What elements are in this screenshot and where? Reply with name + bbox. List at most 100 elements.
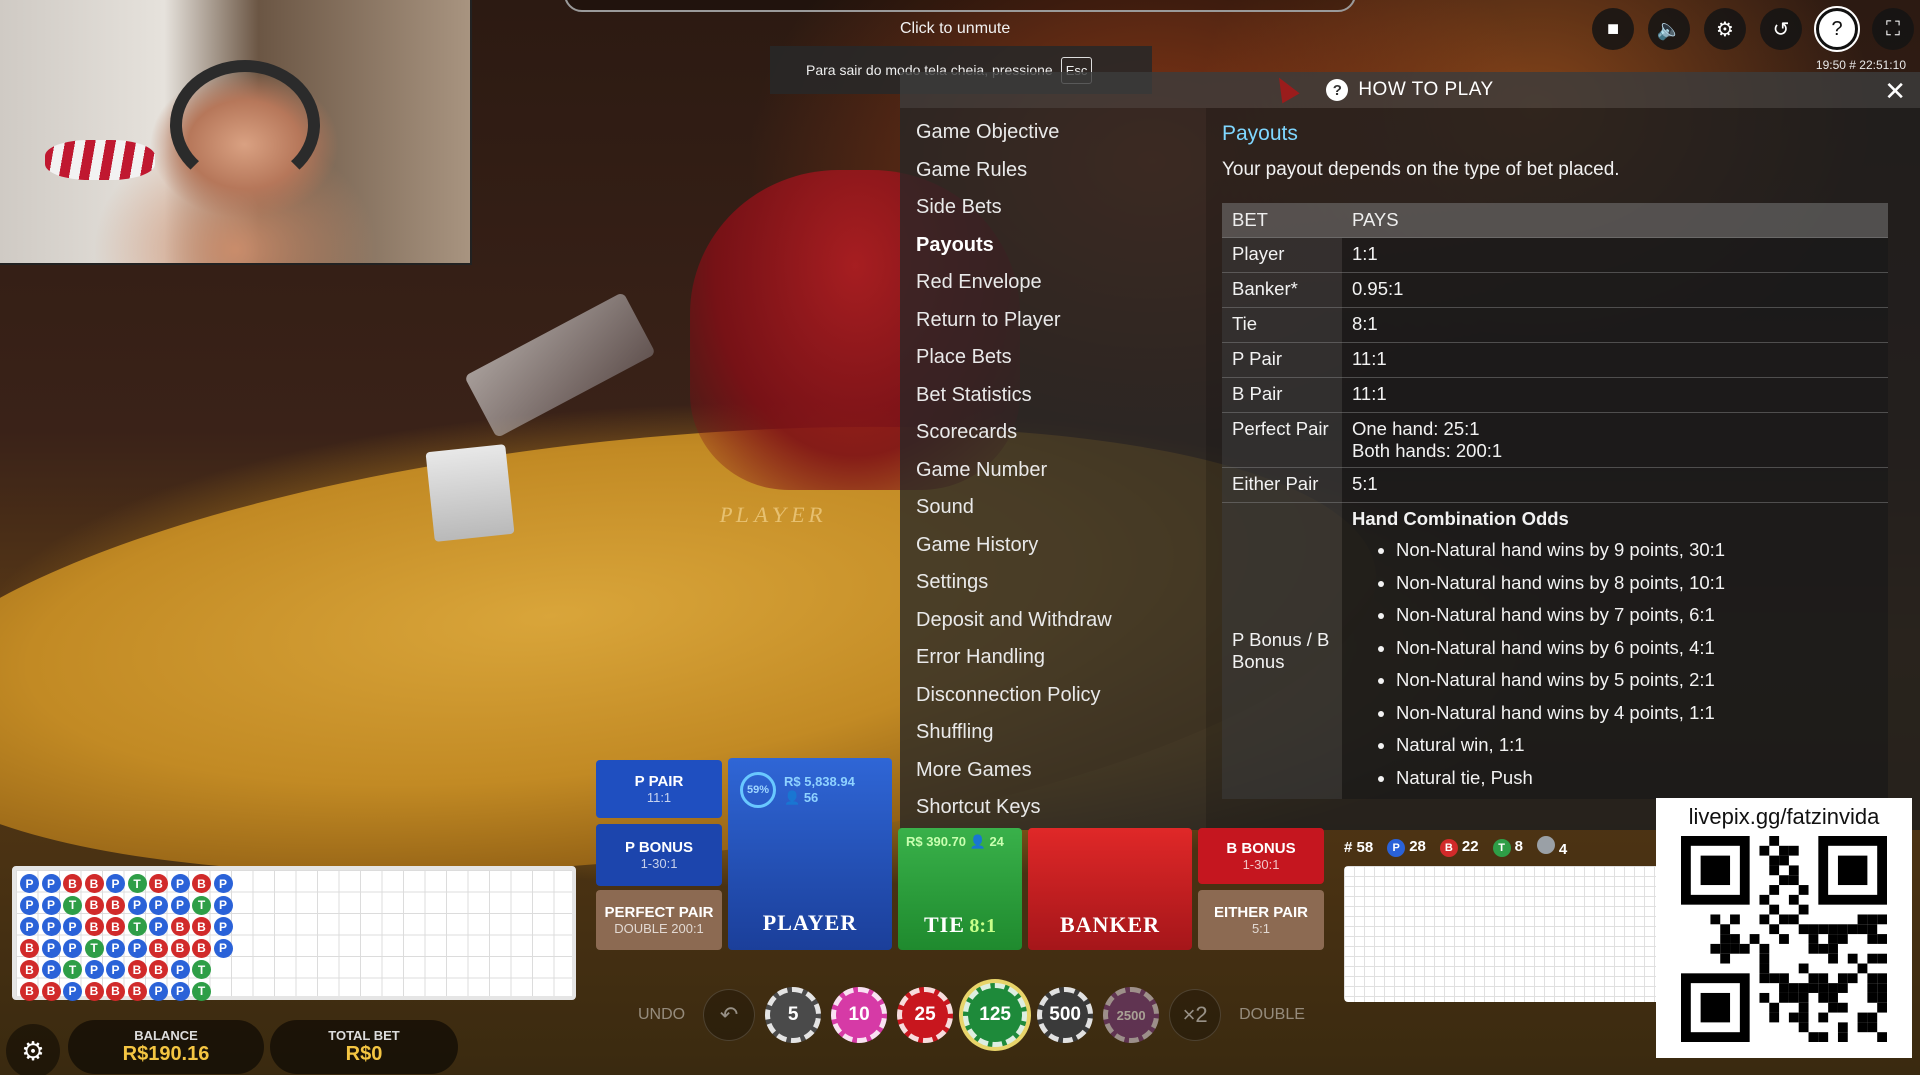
- gear-icon[interactable]: ⚙: [1704, 8, 1746, 50]
- chip-125[interactable]: 125: [963, 983, 1028, 1047]
- menu-item-disconnection-policy[interactable]: Disconnection Policy: [900, 677, 1206, 715]
- double-button[interactable]: DOUBLE: [1231, 1006, 1313, 1024]
- combo-odds-list: Non-Natural hand wins by 9 points, 30:1N…: [1352, 534, 1878, 794]
- menu-item-bet-statistics[interactable]: Bet Statistics: [900, 377, 1206, 415]
- menu-item-game-history[interactable]: Game History: [900, 527, 1206, 565]
- chip-settings-icon[interactable]: ⚙: [6, 1024, 60, 1075]
- menu-item-more-games[interactable]: More Games: [900, 752, 1206, 790]
- chip-2500[interactable]: 2500: [1103, 987, 1160, 1043]
- either-pair-bet[interactable]: EITHER PAIR 5:1: [1198, 890, 1324, 950]
- bet-name: PERFECT PAIR: [604, 904, 714, 921]
- qr-url: livepix.gg/fatzinvida: [1688, 804, 1880, 829]
- bead-cell: P: [20, 895, 39, 915]
- menu-item-deposit-and-withdraw[interactable]: Deposit and Withdraw: [900, 602, 1206, 640]
- how-to-play-header: ? HOW TO PLAY ✕: [900, 72, 1920, 108]
- bead-cell: T: [192, 981, 211, 1001]
- bead-cell: T: [63, 895, 82, 915]
- how-to-play-title: HOW TO PLAY: [1358, 79, 1494, 100]
- menu-item-game-objective[interactable]: Game Objective: [900, 114, 1206, 152]
- bet-name: PLAYER: [762, 910, 858, 935]
- bead-cell: T: [192, 960, 211, 979]
- p-bonus-bet[interactable]: P BONUS 1-30:1: [596, 824, 722, 886]
- menu-item-return-to-player[interactable]: Return to Player: [900, 302, 1206, 340]
- road-count: T8: [1492, 837, 1523, 857]
- help-icon[interactable]: ?: [1814, 6, 1860, 52]
- total-bet: TOTAL BET R$0: [270, 1020, 458, 1074]
- menu-item-game-number[interactable]: Game Number: [900, 452, 1206, 490]
- bet-odds: 1-30:1: [640, 856, 678, 871]
- road-count-badge: P: [1387, 838, 1406, 857]
- fullscreen-icon[interactable]: ⛶: [1872, 8, 1914, 50]
- menu-item-settings[interactable]: Settings: [900, 564, 1206, 602]
- bead-cell: P: [170, 981, 190, 1001]
- top-status-pill: [564, 0, 1356, 12]
- payout-bet: Banker*: [1222, 272, 1342, 308]
- menu-item-game-rules[interactable]: Game Rules: [900, 152, 1206, 190]
- payout-bet: P Pair: [1222, 342, 1342, 378]
- banker-bet[interactable]: BANKER: [1028, 828, 1192, 950]
- history-icon[interactable]: ↺: [1760, 8, 1802, 50]
- chip-5[interactable]: 5: [765, 987, 822, 1043]
- bead-cell: P: [41, 960, 61, 979]
- bead-cell: P: [106, 874, 125, 893]
- payout-value-secondary: Both hands: 200:1: [1352, 440, 1503, 461]
- balance-label: BALANCE: [134, 1028, 198, 1043]
- road-count: P 28: [1387, 838, 1426, 857]
- bead-cell: P: [149, 895, 168, 915]
- bead-cell: P: [63, 981, 82, 1001]
- column-header-pays: PAYS: [1342, 203, 1888, 238]
- chip-10[interactable]: 10: [831, 987, 888, 1043]
- bet-odds: 1-30:1: [1242, 857, 1280, 872]
- bead-cell: B: [149, 960, 168, 979]
- unmute-prompt[interactable]: Click to unmute: [900, 20, 1010, 38]
- b-bonus-bet[interactable]: B BONUS 1-30:1: [1198, 828, 1324, 884]
- menu-item-shortcut-keys[interactable]: Shortcut Keys: [900, 789, 1206, 827]
- road-count: 4: [1536, 836, 1567, 858]
- chip-list: 5 10 25 125 500 2500: [765, 983, 1160, 1047]
- menu-item-shuffling[interactable]: Shuffling: [900, 714, 1206, 752]
- payout-bet: Either Pair: [1222, 467, 1342, 503]
- close-icon[interactable]: ✕: [1884, 76, 1906, 107]
- tie-bet[interactable]: R$ 390.70 👤 24 TIE 8:1: [898, 828, 1022, 950]
- undo-button[interactable]: UNDO: [630, 1006, 693, 1024]
- menu-item-red-envelope[interactable]: Red Envelope: [900, 264, 1206, 302]
- bead-cell: B: [20, 938, 39, 958]
- menu-item-place-bets[interactable]: Place Bets: [900, 339, 1206, 377]
- how-to-play-menu: Game Objective Game Rules Side Bets Payouts…: [900, 108, 1206, 830]
- bead-cell: P: [41, 874, 61, 893]
- bead-cell: B: [84, 874, 104, 893]
- bead-road[interactable]: PPBBPTBPBPPPTBBPPPTPPPPBBTPBBPBPPTPPBBBP…: [12, 866, 576, 1001]
- p-pair-bet[interactable]: P PAIR 11:1: [596, 760, 722, 818]
- payout-value: 11:1: [1352, 383, 1387, 404]
- payout-pays: One hand: 25:1 Both hands: 200:1: [1342, 412, 1888, 468]
- bead-cell: P: [84, 960, 104, 979]
- payout-pays: 0.95:1: [1342, 272, 1888, 308]
- bead-cell: P: [106, 960, 125, 979]
- bead-cell: P: [63, 938, 82, 958]
- player-total-amount: R$ 5,838.94: [784, 774, 855, 789]
- bead-cell: [214, 982, 236, 1004]
- menu-item-payouts[interactable]: Payouts: [900, 227, 1206, 265]
- double-icon[interactable]: ×2: [1169, 989, 1222, 1041]
- payout-pays: 8:1: [1342, 307, 1888, 343]
- player-bet[interactable]: 59% R$ 5,838.94 👤 56 PLAYER: [728, 758, 892, 950]
- menu-item-sound[interactable]: Sound: [900, 489, 1206, 527]
- bead-cell: B: [149, 938, 168, 958]
- chip-500[interactable]: 500: [1037, 987, 1094, 1043]
- payout-row: Banker* 0.95:1: [1222, 272, 1888, 308]
- menu-item-scorecards[interactable]: Scorecards: [900, 414, 1206, 452]
- sound-icon[interactable]: 🔈: [1648, 8, 1690, 50]
- bead-cell: T: [63, 960, 82, 979]
- undo-icon[interactable]: ↶: [703, 989, 756, 1041]
- chip-25[interactable]: 25: [897, 987, 954, 1043]
- perfect-pair-bet[interactable]: PERFECT PAIR DOUBLE 200:1: [596, 890, 722, 950]
- bet-name: P PAIR: [634, 773, 684, 790]
- bead-cell: T: [127, 917, 147, 936]
- menu-item-error-handling[interactable]: Error Handling: [900, 639, 1206, 677]
- road-count-value: 8: [1514, 837, 1523, 855]
- video-icon[interactable]: ■: [1592, 8, 1634, 50]
- bead-cell: B: [84, 895, 104, 915]
- road-count-value: 22: [1461, 837, 1479, 855]
- menu-item-side-bets[interactable]: Side Bets: [900, 189, 1206, 227]
- big-road[interactable]: [1344, 866, 1664, 1002]
